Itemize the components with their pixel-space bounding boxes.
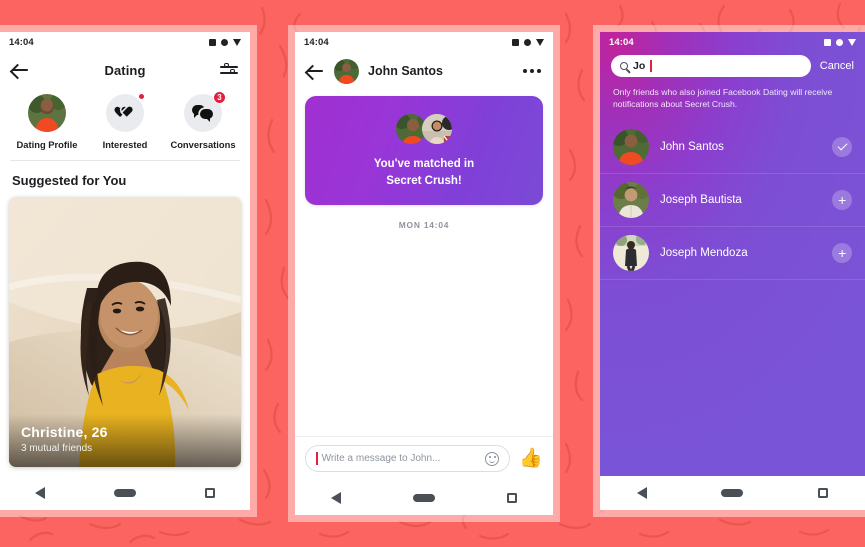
phone3-status-bar: 14:04 — [600, 32, 865, 52]
sim-icon — [209, 38, 216, 46]
match-avatar-2 — [420, 112, 454, 146]
status-time: 14:04 — [304, 36, 329, 48]
friend-name: John Santos — [660, 140, 724, 153]
card-name: Christine, 26 — [21, 424, 108, 440]
phone2-status-bar: 14:04 — [295, 32, 553, 52]
banner-line-2: Secret Crush! — [386, 174, 462, 187]
avatar — [613, 234, 649, 271]
search-input[interactable]: Jo — [611, 55, 811, 77]
profile-photo-icon — [28, 94, 66, 132]
back-nav-icon[interactable] — [637, 487, 648, 499]
back-nav-icon[interactable] — [331, 492, 341, 504]
card-overlay: Christine, 26 3 mutual friends — [9, 414, 241, 467]
phone1-nav-bar — [0, 476, 250, 510]
conversation-count-badge: 3 — [213, 91, 226, 104]
signal-triangle-icon — [536, 38, 544, 46]
suggested-card-wrap: Christine, 26 3 mutual friends — [0, 197, 250, 476]
shortcut-conversations[interactable]: 3 Conversations — [165, 91, 241, 150]
home-nav-icon[interactable] — [721, 489, 744, 497]
shortcut-label: Dating Profile — [16, 139, 78, 150]
hearts-icon — [106, 93, 145, 132]
thumbs-up-icon[interactable]: 👍 — [519, 449, 543, 468]
back-nav-icon[interactable] — [34, 487, 45, 499]
status-time: 14:04 — [609, 36, 634, 48]
banner-line-1: You've matched in — [373, 158, 475, 170]
list-item[interactable]: John Santos — [600, 121, 865, 174]
avatar[interactable] — [334, 58, 359, 84]
search-row: Jo Cancel — [600, 52, 865, 86]
recents-nav-icon[interactable] — [817, 488, 828, 498]
list-item[interactable]: Joseph Mendoza + — [600, 227, 865, 280]
smiley-icon[interactable] — [485, 451, 500, 466]
phone1-app-bar: Dating — [0, 52, 250, 88]
back-arrow-icon[interactable] — [307, 64, 325, 78]
phone1-status-bar: 14:04 — [0, 32, 250, 52]
message-input[interactable]: Write a message to John... — [305, 445, 511, 472]
signal-triangle-icon — [848, 38, 856, 46]
phone2-nav-bar — [295, 481, 553, 515]
circle-icon — [524, 38, 531, 46]
phone-chat-thread: 14:04 John Santos You've matched in Secr… — [295, 32, 553, 515]
status-icon-group — [209, 38, 241, 46]
phone2-app-bar: John Santos — [295, 52, 553, 90]
filter-sliders-icon[interactable] — [220, 62, 238, 78]
list-item[interactable]: Joseph Bautista + — [600, 174, 865, 227]
phone3-screen: 14:04 Jo Cancel Only friends who also jo… — [600, 32, 865, 510]
check-icon[interactable] — [832, 136, 852, 157]
chat-bubbles-icon: 3 — [184, 91, 226, 132]
recents-nav-icon[interactable] — [507, 493, 517, 503]
cancel-button[interactable]: Cancel — [820, 60, 854, 72]
message-input-placeholder: Write a message to John... — [321, 453, 441, 464]
status-icon-group — [512, 38, 544, 46]
back-arrow-icon[interactable] — [12, 63, 30, 77]
page-title: Dating — [104, 62, 146, 78]
friend-name: Joseph Mendoza — [660, 246, 748, 259]
list-empty-area — [600, 280, 865, 476]
search-icon — [620, 62, 628, 70]
avatar-image — [334, 58, 359, 84]
status-time: 14:04 — [9, 36, 34, 48]
recents-nav-icon[interactable] — [205, 488, 216, 498]
shortcut-label: Conversations — [170, 139, 236, 150]
secret-crush-match-banner[interactable]: You've matched in Secret Crush! — [305, 96, 543, 206]
suggested-profile-card[interactable]: Christine, 26 3 mutual friends — [9, 197, 241, 467]
message-timestamp: MON 14:04 — [398, 220, 450, 231]
signal-triangle-icon — [233, 38, 241, 46]
phone2-screen: 14:04 John Santos You've matched in Secr… — [295, 32, 553, 515]
shortcut-row: Dating Profile Interested 3 Conversation… — [0, 88, 250, 160]
shortcut-label: Interested — [102, 139, 148, 150]
phone3-nav-bar — [600, 476, 865, 510]
screenshot-canvas: 14:04 Dating Dating Profile Interested 3… — [0, 0, 865, 547]
status-icon-group — [824, 38, 856, 46]
shortcut-interested[interactable]: Interested — [87, 93, 163, 150]
message-composer: Write a message to John... 👍 — [295, 436, 553, 481]
message-list: You've matched in Secret Crush! MON 14:0… — [295, 90, 553, 436]
section-title: Suggested for You — [12, 173, 127, 188]
avatar — [613, 181, 649, 218]
search-value: Jo — [633, 60, 646, 72]
overflow-menu-icon[interactable] — [523, 69, 541, 73]
plus-icon[interactable]: + — [832, 189, 852, 210]
avatar — [613, 128, 649, 165]
match-avatar-pair — [315, 112, 533, 146]
text-caret — [650, 60, 652, 72]
text-caret — [316, 452, 318, 465]
friend-name: Joseph Bautista — [660, 193, 742, 206]
profile-avatar-image — [28, 94, 66, 132]
circle-icon — [836, 38, 843, 46]
home-nav-icon[interactable] — [113, 489, 136, 497]
circle-icon — [221, 38, 228, 46]
secret-crush-note: Only friends who also joined Facebook Da… — [613, 87, 833, 110]
shortcut-dating-profile[interactable]: Dating Profile — [9, 94, 85, 150]
phone-dating-home: 14:04 Dating Dating Profile Interested 3… — [0, 32, 250, 510]
plus-icon[interactable]: + — [832, 242, 852, 263]
chat-title: John Santos — [368, 64, 444, 78]
card-mutual-friends: 3 mutual friends — [21, 443, 93, 454]
phone-secret-crush-picker: 14:04 Jo Cancel Only friends who also jo… — [600, 32, 865, 510]
sim-icon — [512, 38, 519, 46]
phone1-screen: 14:04 Dating Dating Profile Interested 3… — [0, 32, 250, 510]
sim-icon — [824, 38, 831, 46]
unread-dot-badge — [138, 93, 145, 100]
home-nav-icon[interactable] — [413, 494, 435, 502]
